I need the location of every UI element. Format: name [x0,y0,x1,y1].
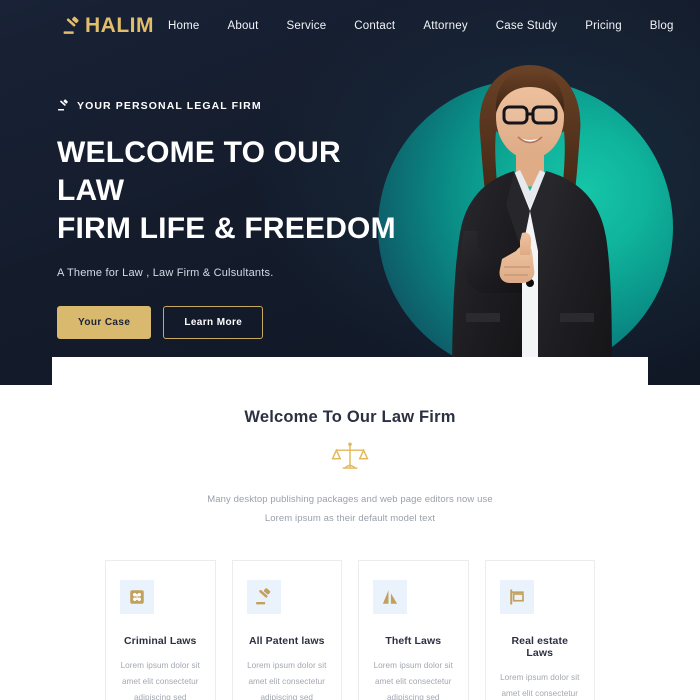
hero-title-line-2: FIRM LIFE & FREEDOM [57,211,396,245]
card-description: Lorem ipsum dolor sit amet elit consecte… [373,661,453,700]
hero-subtitle: A Theme for Law , Law Firm & Culsultants… [57,267,274,280]
service-card-criminal-laws[interactable]: Criminal Laws Lorem ipsum dolor sit amet… [105,560,216,700]
service-card-all-patent-laws[interactable]: All Patent laws Lorem ipsum dolor sit am… [231,560,342,700]
hero-content: YOUR PERSONAL LEGAL FIRM WELCOME TO OUR … [0,52,400,340]
card-title: Theft Laws [385,635,442,648]
hero-section: HALIM Home About Service Contact Attorne… [0,0,700,385]
welcome-section: Welcome To Our Law Firm Many desktop pub… [0,385,700,700]
pyramid-icon [382,590,398,604]
gavel-icon [255,588,270,605]
hero-eyebrow-text: YOUR PERSONAL LEGAL FIRM [77,99,262,112]
card-title: All Patent laws [248,635,325,648]
hero-eyebrow: YOUR PERSONAL LEGAL FIRM [57,99,400,112]
service-card-real-estate-laws[interactable]: Real estate Laws Lorem ipsum dolor sit a… [484,560,595,700]
nav-item-case-study[interactable]: Case Study [482,14,571,38]
site-logo[interactable]: HALIM [62,14,154,38]
logo-text: HALIM [85,14,154,37]
nav-item-service[interactable]: Service [273,14,341,38]
card-icon-background [499,580,534,615]
card-icon-background [373,580,407,615]
main-navigation: HALIM Home About Service Contact Attorne… [0,0,700,52]
nav-links-group: Home About Service Contact Attorney Case… [154,14,674,38]
nav-item-contact[interactable]: Contact [340,14,409,38]
nav-item-home[interactable]: Home [154,14,213,38]
hero-title-line-1: WELCOME TO OUR LAW [57,136,341,207]
card-icon-background [120,580,154,615]
nav-item-blog[interactable]: Blog [636,14,674,38]
scales-icon-wrapper [0,440,700,474]
gavel-icon [63,16,79,34]
gavel-icon [58,99,68,111]
card-description: Lorem ipsum dolor sit amet elit consecte… [120,661,200,700]
welcome-desc-line-1: Many desktop publishing packages and web… [207,494,493,505]
handcuffs-icon [130,590,144,604]
card-title: Criminal Laws [124,635,197,648]
welcome-title: Welcome To Our Law Firm [244,408,456,426]
your-case-button[interactable]: Your Case [57,306,152,340]
white-overlap-panel [52,357,648,385]
card-description: Lorem ipsum dolor sit amet elit consecte… [500,673,580,699]
card-title: Real estate Laws [511,635,569,660]
hero-title: WELCOME TO OUR LAW FIRM LIFE & FREEDOM [57,134,400,247]
real-estate-sign-icon [509,589,524,605]
hero-person-image [452,65,612,385]
scales-of-justice-icon [331,442,369,469]
nav-item-pricing[interactable]: Pricing [571,14,636,38]
learn-more-button[interactable]: Learn More [163,306,264,340]
hero-buttons: Your Case Learn More [57,306,400,340]
welcome-description: Many desktop publishing packages and web… [0,491,700,528]
nav-item-attorney[interactable]: Attorney [409,14,481,38]
card-icon-background [246,580,281,615]
card-description: Lorem ipsum dolor sit amet elit consecte… [247,661,327,700]
welcome-desc-line-2: Lorem ipsum as their default model text [264,512,436,524]
nav-item-about[interactable]: About [213,14,272,38]
service-card-theft-laws[interactable]: Theft Laws Lorem ipsum dolor sit amet el… [358,560,469,700]
service-cards-row: Criminal Laws Lorem ipsum dolor sit amet… [0,528,700,700]
